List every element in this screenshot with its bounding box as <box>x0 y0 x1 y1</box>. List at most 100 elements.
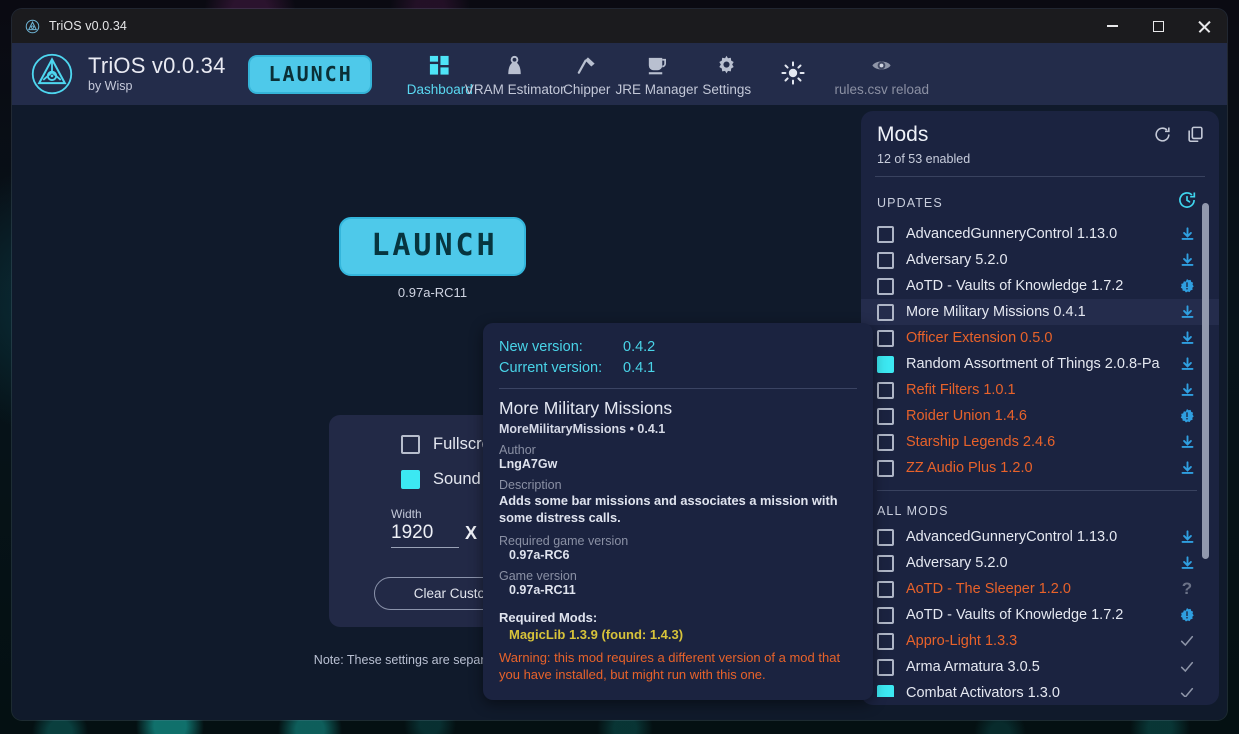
nav-item-jre-manager[interactable]: JRE Manager <box>616 51 698 97</box>
tooltip-current-version-value: 0.4.1 <box>623 360 656 377</box>
nav-item-settings[interactable]: Settings <box>694 51 760 97</box>
mod-checkbox[interactable] <box>877 684 894 697</box>
minimize-button[interactable] <box>1089 9 1135 43</box>
mod-checkbox[interactable] <box>877 433 894 451</box>
mod-name: Adversary 5.2.0 <box>906 555 1008 571</box>
alert-icon[interactable] <box>1177 607 1197 623</box>
download-icon[interactable] <box>1177 304 1197 320</box>
maximize-button[interactable] <box>1135 9 1181 43</box>
nav-item-vram-estimator[interactable]: VRAM Estimator <box>465 51 565 97</box>
mod-name: More Military Missions 0.4.1 <box>906 304 1086 320</box>
mod-row[interactable]: Appro-Light 1.3.3 <box>861 628 1219 654</box>
mod-checkbox[interactable] <box>877 277 894 295</box>
trios-logo-icon <box>31 53 73 95</box>
width-field[interactable]: Width 1920 <box>391 507 459 548</box>
nav-item-theme-toggle[interactable] <box>760 59 826 90</box>
download-icon[interactable] <box>1177 555 1197 571</box>
question-icon[interactable]: ? <box>1177 579 1197 599</box>
download-icon[interactable] <box>1177 356 1197 372</box>
mod-row[interactable]: Random Assortment of Things 2.0.8-Pa <box>861 351 1219 377</box>
mods-scrollbar-thumb[interactable] <box>1202 203 1209 559</box>
nav-items: Dashboard VRAM Estimator Chipper JRE Man… <box>404 51 1227 97</box>
mod-row[interactable]: Arma Armatura 3.0.5 <box>861 654 1219 680</box>
tooltip-current-version-key: Current version: <box>499 360 603 377</box>
tooltip-warning: Warning: this mod requires a different v… <box>499 649 841 683</box>
app-logo-icon <box>25 19 40 33</box>
mod-checkbox[interactable] <box>877 251 894 269</box>
mod-name: Adversary 5.2.0 <box>906 252 1008 268</box>
nav-item-chipper[interactable]: Chipper <box>554 51 620 97</box>
mod-row[interactable]: AoTD - Vaults of Knowledge 1.7.2 <box>861 602 1219 628</box>
refresh-icon[interactable] <box>1153 125 1172 149</box>
nav-launch-button[interactable]: LAUNCH <box>247 54 372 94</box>
mod-checkbox[interactable] <box>877 528 894 546</box>
download-icon[interactable] <box>1177 460 1197 476</box>
mod-name: ZZ Audio Plus 1.2.0 <box>906 460 1033 476</box>
mod-checkbox[interactable] <box>877 329 894 347</box>
mod-row[interactable]: ZZ Audio Plus 1.2.0 <box>861 455 1219 481</box>
launch-block: LAUNCH 0.97a-RC11 <box>12 217 853 300</box>
launch-button[interactable]: LAUNCH <box>339 217 526 276</box>
download-icon[interactable] <box>1177 226 1197 242</box>
resolution-times-symbol: X <box>465 523 478 543</box>
mod-row[interactable]: Combat Activators 1.3.0 <box>861 680 1219 697</box>
mod-checkbox[interactable] <box>877 606 894 624</box>
mod-row[interactable]: More Military Missions 0.4.1 <box>861 299 1219 325</box>
mod-checkbox[interactable] <box>877 407 894 425</box>
mod-row[interactable]: Adversary 5.2.0 <box>861 247 1219 273</box>
close-button[interactable] <box>1181 9 1227 43</box>
mod-row[interactable]: Starship Legends 2.4.6 <box>861 429 1219 455</box>
mod-name: AdvancedGunneryControl 1.13.0 <box>906 226 1118 242</box>
download-icon[interactable] <box>1177 434 1197 450</box>
mod-row[interactable]: AdvancedGunneryControl 1.13.0 <box>861 524 1219 550</box>
mod-checkbox[interactable] <box>877 381 894 399</box>
mod-checkbox[interactable] <box>877 303 894 321</box>
content-area: LAUNCH 0.97a-RC11 Fullscreen Sound Width… <box>12 105 1227 720</box>
sound-checkbox[interactable] <box>401 470 420 489</box>
mod-row[interactable]: AdvancedGunneryControl 1.13.0 <box>861 221 1219 247</box>
width-input[interactable]: 1920 <box>391 522 459 548</box>
brand-title: TriOS v0.0.34 <box>88 53 226 79</box>
mod-checkbox[interactable] <box>877 459 894 477</box>
mod-name: AoTD - The Sleeper 1.2.0 <box>906 581 1071 597</box>
mods-panel: Mods 12 of 53 enabled UPDATES AdvancedGu… <box>861 111 1219 705</box>
grid-icon <box>428 53 451 77</box>
mod-checkbox[interactable] <box>877 225 894 243</box>
mod-row[interactable]: Adversary 5.2.0 <box>861 550 1219 576</box>
alert-icon[interactable] <box>1177 408 1197 424</box>
tooltip-new-version-key: New version: <box>499 339 583 355</box>
mod-row[interactable]: Roider Union 1.4.6 <box>861 403 1219 429</box>
window-title: TriOS v0.0.34 <box>49 19 127 33</box>
mod-name: Combat Activators 1.3.0 <box>906 685 1060 697</box>
tooltip-new-version-value: 0.4.2 <box>623 339 656 355</box>
mod-row[interactable]: Refit Filters 1.0.1 <box>861 377 1219 403</box>
nav-item-chipper-label: Chipper <box>563 82 611 97</box>
section-label-all-mods: ALL MODS <box>877 504 949 518</box>
mod-row[interactable]: AoTD - The Sleeper 1.2.0 ? <box>861 576 1219 602</box>
sun-icon <box>781 60 805 85</box>
mod-row[interactable]: AoTD - Vaults of Knowledge 1.7.2 <box>861 273 1219 299</box>
mod-name: Officer Extension 0.5.0 <box>906 330 1053 346</box>
refresh-clock-icon[interactable] <box>1177 190 1197 215</box>
tooltip-current-version-row: Current version: 0.4.1 <box>499 358 857 379</box>
mod-row[interactable]: Officer Extension 0.5.0 <box>861 325 1219 351</box>
tooltip-description-value: Adds some bar missions and associates a … <box>499 493 838 526</box>
nav-item-rules-csv-reload[interactable]: rules.csv reload <box>826 51 938 97</box>
mods-scrollbar-track[interactable] <box>1202 177 1214 697</box>
gear-icon <box>715 53 738 77</box>
mod-checkbox[interactable] <box>877 554 894 572</box>
mod-checkbox[interactable] <box>877 658 894 676</box>
download-icon[interactable] <box>1177 330 1197 346</box>
download-icon[interactable] <box>1177 252 1197 268</box>
mod-checkbox[interactable] <box>877 580 894 598</box>
mod-name: Arma Armatura 3.0.5 <box>906 659 1040 675</box>
mods-scroll-area[interactable]: UPDATES AdvancedGunneryControl 1.13.0 Ad… <box>861 177 1219 697</box>
download-icon[interactable] <box>1177 382 1197 398</box>
mod-checkbox[interactable] <box>877 355 894 373</box>
game-version-label: 0.97a-RC11 <box>397 285 468 300</box>
fullscreen-checkbox[interactable] <box>401 435 420 454</box>
download-icon[interactable] <box>1177 529 1197 545</box>
mod-checkbox[interactable] <box>877 632 894 650</box>
copy-icon[interactable] <box>1186 125 1205 149</box>
alert-icon[interactable] <box>1177 278 1197 294</box>
